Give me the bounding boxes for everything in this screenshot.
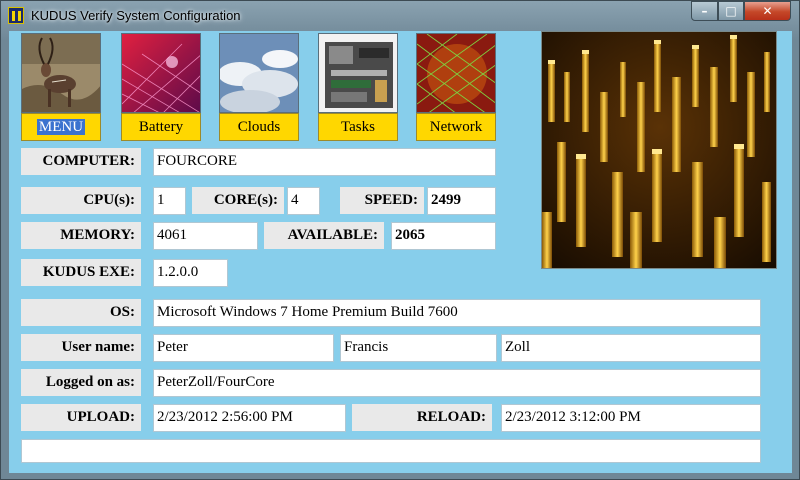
speed-field[interactable]: 2499 xyxy=(427,187,496,215)
network-image[interactable] xyxy=(416,33,496,113)
computer-field[interactable]: FOURCORE xyxy=(153,148,496,176)
circuit-board-image[interactable] xyxy=(318,33,398,113)
status-field[interactable] xyxy=(21,439,761,463)
speed-label: SPEED: xyxy=(340,187,424,214)
nanostructure-image xyxy=(541,31,777,269)
first-name-field[interactable]: Peter xyxy=(153,334,334,362)
upload-label: UPLOAD: xyxy=(21,404,141,431)
battery-image[interactable] xyxy=(121,33,201,113)
cpu-field[interactable]: 1 xyxy=(153,187,186,215)
tile-battery[interactable]: Battery xyxy=(121,33,201,141)
available-label: AVAILABLE: xyxy=(264,222,384,249)
upload-field[interactable]: 2/23/2012 2:56:00 PM xyxy=(153,404,346,432)
memory-label: MEMORY: xyxy=(21,222,141,249)
battery-button[interactable]: Battery xyxy=(121,113,201,141)
reload-field[interactable]: 2/23/2012 3:12:00 PM xyxy=(501,404,761,432)
logged-on-label: Logged on as: xyxy=(21,369,141,396)
tile-menu[interactable]: MENU xyxy=(21,33,101,141)
cpu-label: CPU(s): xyxy=(21,187,141,214)
network-button[interactable]: Network xyxy=(416,113,496,141)
app-icon[interactable] xyxy=(8,7,24,24)
os-label: OS: xyxy=(21,299,141,326)
tile-tasks[interactable]: Tasks xyxy=(318,33,398,141)
last-name-field[interactable]: Zoll xyxy=(501,334,761,362)
computer-label: COMPUTER: xyxy=(21,148,141,175)
antelope-image[interactable] xyxy=(21,33,101,113)
clouds-button[interactable]: Clouds xyxy=(219,113,299,141)
minimize-button[interactable]: – xyxy=(691,1,718,21)
window-title: KUDUS Verify System Configuration xyxy=(31,8,241,23)
clouds-image[interactable] xyxy=(219,33,299,113)
maximize-button[interactable]: □ xyxy=(718,1,744,21)
kudus-exe-label: KUDUS EXE: xyxy=(21,259,141,286)
kudus-exe-field[interactable]: 1.2.0.0 xyxy=(153,259,228,287)
tile-network[interactable]: Network xyxy=(416,33,496,141)
title-bar[interactable]: KUDUS Verify System Configuration – □ ✕ xyxy=(1,1,799,31)
available-field[interactable]: 2065 xyxy=(391,222,496,250)
client-area: MENU Battery Clouds Tasks Network COMPUT… xyxy=(9,31,792,473)
tasks-button[interactable]: Tasks xyxy=(318,113,398,141)
os-field[interactable]: Microsoft Windows 7 Home Premium Build 7… xyxy=(153,299,761,327)
middle-name-field[interactable]: Francis xyxy=(340,334,497,362)
user-name-label: User name: xyxy=(21,334,141,361)
core-field[interactable]: 4 xyxy=(287,187,320,215)
app-window: KUDUS Verify System Configuration – □ ✕ xyxy=(0,0,800,480)
menu-button[interactable]: MENU xyxy=(21,113,101,141)
core-label: CORE(s): xyxy=(192,187,284,214)
close-button[interactable]: ✕ xyxy=(744,1,791,21)
logged-on-field[interactable]: PeterZoll/FourCore xyxy=(153,369,761,397)
tile-clouds[interactable]: Clouds xyxy=(219,33,299,141)
reload-label: RELOAD: xyxy=(352,404,492,431)
memory-field[interactable]: 4061 xyxy=(153,222,258,250)
